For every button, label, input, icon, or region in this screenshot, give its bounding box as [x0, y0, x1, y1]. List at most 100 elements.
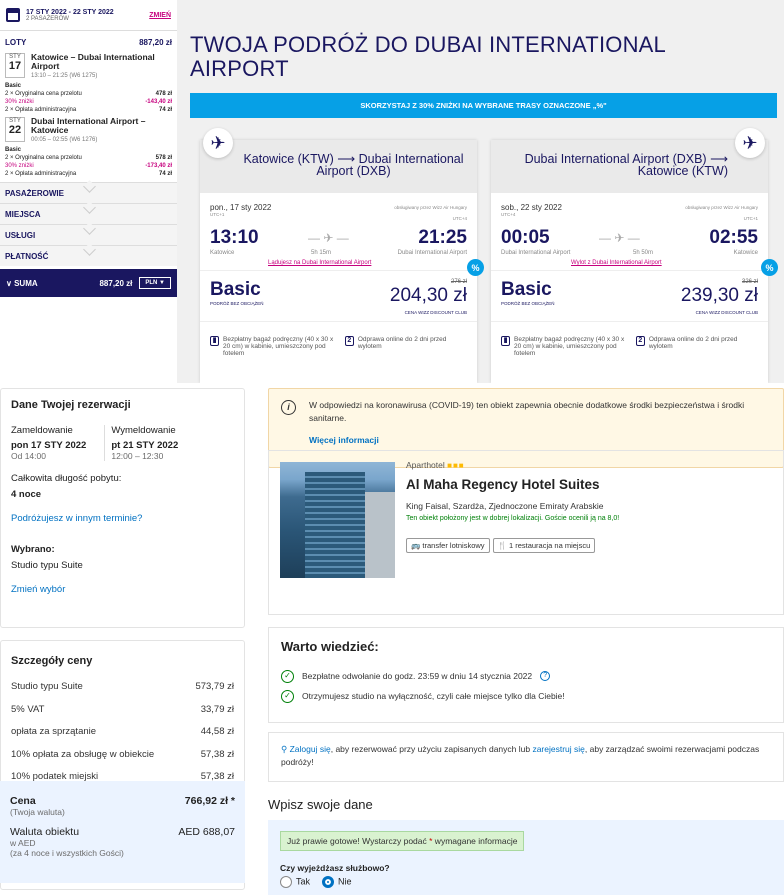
flights-total: 887,20 zł: [139, 38, 172, 47]
utc-arr: UTC+1: [743, 216, 758, 221]
fare-line-label: 30% zniżki: [5, 99, 34, 105]
fare-price[interactable]: % Basic PODRÓŻ BEZ OBCIĄŻEŃ 326 zł 239,3…: [491, 259, 778, 322]
leg-return: STY 22 Dubai International Airport – Kato…: [0, 114, 177, 146]
question-icon[interactable]: ?: [540, 671, 551, 681]
dep-time: 13:10: [210, 227, 259, 248]
radio-no-label: Nie: [338, 876, 352, 887]
nav-services[interactable]: USŁUGI: [0, 224, 177, 245]
info-icon: i: [281, 400, 296, 415]
price-row: Studio typu Suite 573,79 zł: [11, 681, 234, 704]
more-info-link[interactable]: Więcej informacji: [309, 434, 771, 447]
hotel-type: Aparthotel ■■■: [406, 460, 465, 470]
ready-text-2: wymagane informacje: [432, 836, 518, 846]
feature-checkin: Odprawa online do 2 dni przed wylotem: [648, 336, 738, 350]
airport-link[interactable]: Lądujesz na Dubai International Airport: [268, 260, 371, 266]
hotel-address: King Faisal, Szardża, Zjednoczone Emirat…: [406, 501, 604, 511]
page-title: TWOJA PODRÓŻ DO DUBAI INTERNATIONAL AIRP…: [190, 32, 666, 81]
checkin-date: pon 17 STY 2022: [11, 440, 87, 451]
nav-seats[interactable]: MIEJSCA: [0, 203, 177, 224]
arr-time: 02:55: [709, 227, 758, 248]
leg-times: 00:05 – 02:55 (W6 1276): [31, 137, 98, 143]
leg-times: 13:10 – 21:25 (W6 1275): [31, 73, 98, 79]
covid-text: W odpowiedzi na koronawirusa (COVID-19) …: [309, 400, 745, 423]
checkout-time: 12:00 – 12:30: [111, 451, 164, 461]
nav-payment[interactable]: PŁATNOŚĆ: [0, 245, 177, 266]
fare-features: ▮ Bezpłatny bagaż podręczny (40 x 30 x 20…: [200, 322, 477, 357]
price-row-label: Studio typu Suite: [11, 681, 83, 692]
hotel-location-rating: Ten obiekt położony jest w dobrej lokali…: [406, 515, 620, 522]
club-label: CENA WIZZ DISCOUNT CLUB: [695, 310, 758, 315]
fare-title: Basic: [5, 147, 22, 153]
club-label: CENA WIZZ DISCOUNT CLUB: [404, 310, 467, 315]
fare-features: ▮ Bezpłatny bagaż podręczny (40 x 30 x 20…: [491, 322, 768, 357]
discount-banner[interactable]: SKORZYSTAJ Z 30% ZNIŻKI NA WYBRANE TRASY…: [190, 93, 777, 118]
currency-select[interactable]: PLN ▼: [139, 277, 171, 289]
feature-checkin: Odprawa online do 2 dni przed wylotem: [357, 336, 447, 350]
radio-yes[interactable]: Tak: [280, 876, 310, 888]
price-row-value: 44,58 zł: [200, 726, 234, 737]
fare-line-label: 2 × Oryginalna cena przelotu: [5, 91, 82, 97]
fare-line-label: 2 × Opłata administracyjna: [5, 107, 77, 113]
checkout-label: Wymeldowanie: [111, 425, 176, 436]
currency-label: Waluta obiektu: [10, 826, 80, 838]
plane-small-icon: — ✈ —: [308, 231, 349, 245]
flight-info: pon., 17 sty 2022 obsługiwany przez Wizz…: [200, 193, 477, 270]
good-to-know-title: Warto wiedzieć:: [281, 639, 379, 654]
chosen-label: Wybrano:: [11, 544, 55, 555]
feature-bag: Bezpłatny bagaż podręczny (40 x 30 x 20 …: [514, 336, 625, 357]
hotel-name: Al Maha Regency Hotel Suites: [406, 477, 600, 492]
login-prompt: ⚲ Zaloguj się, aby rezerwować przy użyci…: [268, 732, 784, 782]
new-price: 239,30 zł: [680, 285, 758, 306]
fare-line-value: -143,40 zł: [145, 99, 172, 105]
fare-line-value: 74 zł: [158, 171, 172, 177]
check-icon: ✓: [281, 669, 294, 683]
checkin-label: Zameldowanie: [11, 425, 73, 436]
checkin-time: Od 14:00: [11, 451, 46, 461]
checkout-date: pt 21 STY 2022: [111, 440, 179, 451]
utc-arr: UTC+4: [452, 216, 467, 221]
form-title: Wpisz swoje dane: [268, 797, 373, 812]
price-row-label: 10% opłata za obsługę w obiekcie: [11, 748, 155, 760]
star-rating-icon: ■■■: [447, 461, 465, 470]
reservation-details: Dane Twojej rezerwacji Zameldowanie pon 1…: [0, 388, 245, 628]
register-link[interactable]: zarejestruj się: [532, 744, 584, 754]
fare-breakdown-outbound: Basic 2 × Oryginalna cena przelotu 478 zł…: [0, 82, 177, 114]
login-link[interactable]: Zaloguj się: [290, 744, 331, 754]
price-row: 10% opłata za obsługę w obiekcie 57,38 zł: [11, 749, 234, 772]
guest-form: Już prawie gotowe! Wystarczy podać * wym…: [268, 820, 784, 895]
sum-bar[interactable]: ∨ SUMA 887,20 zł PLN ▼: [0, 269, 177, 297]
change-selection-link[interactable]: Zmień wybór: [11, 584, 234, 595]
duration: 5h 15m: [311, 250, 332, 256]
radio-no-input[interactable]: [322, 876, 335, 888]
price-title: Szczegóły ceny: [11, 655, 93, 667]
dep-airport: Katowice: [210, 250, 235, 256]
card-title: Katowice (KTW) ⟶ Dubai International Air…: [200, 140, 477, 193]
currency-value: PLN: [145, 280, 158, 286]
flight-card-outbound[interactable]: ✈ Katowice (KTW) ⟶ Dubai International A…: [200, 128, 484, 383]
flights-header: LOTY 887,20 zł: [0, 31, 177, 50]
flight-card-return[interactable]: ✈ Dubai International Airport (DXB) ⟶ Ka…: [491, 128, 778, 383]
plane-icon: ✈: [203, 128, 233, 158]
sum-label: SUMA: [14, 278, 38, 288]
nav-passengers[interactable]: PASAŻEROWIE: [0, 182, 177, 203]
change-button[interactable]: ZMIEŃ: [149, 12, 171, 19]
exclusive-text: Otrzymujesz studio na wyłączność, czyli …: [302, 691, 565, 701]
other-dates-link[interactable]: Podróżujesz w innym terminie?: [11, 513, 234, 524]
price-total: Cena 766,92 zł * (Twoja waluta) Waluta ob…: [0, 781, 245, 883]
airport-link[interactable]: Wylot z Dubai International Airport: [571, 260, 662, 266]
fare-price[interactable]: % Basic PODRÓŻ BEZ OBCIĄŻEŃ 276 zł 204,3…: [200, 259, 484, 322]
hotel-photo[interactable]: [280, 462, 395, 578]
free-cancel-text: Bezpłatne odwołanie do godz. 23:59 w dni…: [302, 671, 533, 681]
arr-airport: Dubai International Airport: [397, 250, 467, 256]
feature-bag: Bezpłatny bagaż podręczny (40 x 30 x 20 …: [223, 336, 334, 357]
total-label: Cena: [10, 795, 36, 807]
fare-title: Basic: [5, 83, 22, 89]
passenger-count: 2 PASAŻERÓW: [26, 15, 69, 22]
radio-yes-input[interactable]: [280, 876, 292, 888]
price-row-label: 5% VAT: [11, 703, 45, 715]
tag-airport-transfer: 🚌 transfer lotniskowy: [406, 538, 490, 553]
ready-text-1: Już prawie gotowe! Wystarczy podać: [287, 836, 430, 846]
plane-icon: ✈: [735, 128, 765, 158]
radio-no[interactable]: Nie: [322, 876, 352, 888]
fare-breakdown-return: Basic 2 × Oryginalna cena przelotu 578 zł…: [0, 146, 177, 178]
